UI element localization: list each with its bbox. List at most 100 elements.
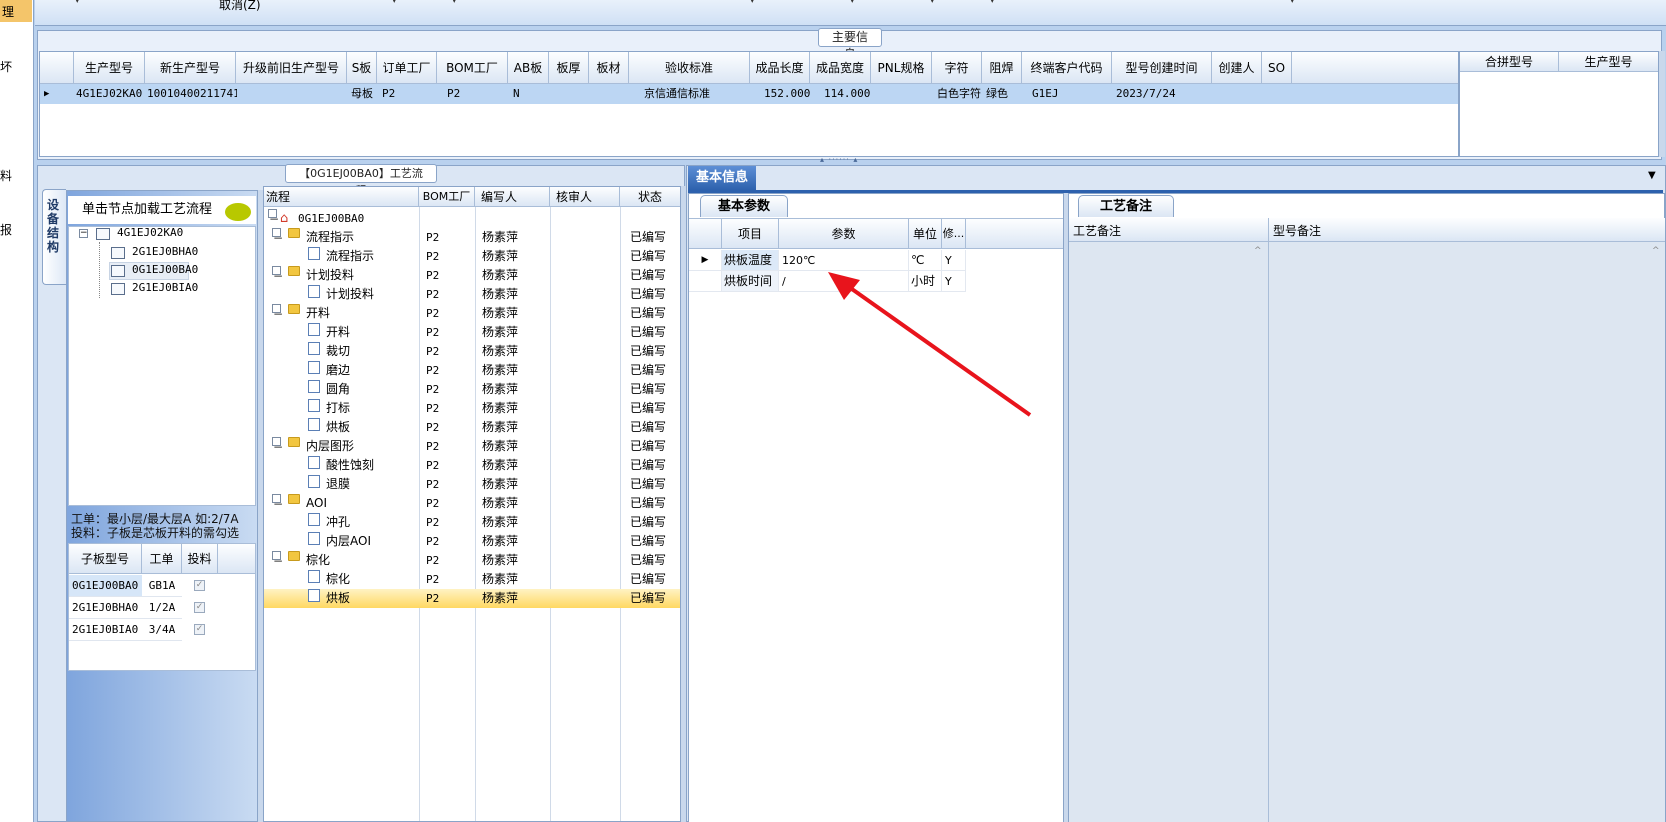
tree-node[interactable]: 4G1EJ02KA0 [117, 225, 183, 241]
flow-row[interactable]: 计划投料 P2 杨素萍 已编写 [264, 285, 680, 304]
col-header[interactable]: 生产型号 [1559, 52, 1658, 72]
collapse-toggle-icon[interactable]: − [272, 551, 283, 568]
cell[interactable]: 4G1EJ02KA0 [76, 84, 146, 104]
cell[interactable]: P2 [382, 84, 395, 104]
cell[interactable]: 母板 [351, 84, 373, 104]
speech-bubble-icon[interactable] [225, 203, 251, 221]
collapse-toggle-icon[interactable]: − [272, 437, 283, 454]
col-header[interactable]: 订单工厂 [377, 52, 437, 84]
cell[interactable]: 1/2A [142, 597, 182, 619]
flow-row[interactable]: 打标 P2 杨素萍 已编写 [264, 399, 680, 418]
feed-checkbox[interactable]: ✓ [194, 580, 205, 591]
collapse-toggle-icon[interactable]: − [272, 266, 283, 283]
flow-row[interactable]: 流程指示 P2 杨素萍 已编写 [264, 247, 680, 266]
flow-row[interactable]: 烘板 P2 杨素萍 已编写 [264, 589, 680, 608]
col-header[interactable]: BOM工厂 [437, 52, 508, 84]
cell[interactable]: 2023/7/24 [1116, 84, 1176, 104]
col-header[interactable]: 参数 [779, 219, 909, 249]
flow-row[interactable]: 磨边 P2 杨素萍 已编写 [264, 361, 680, 380]
flow-row[interactable]: 圆角 P2 杨素萍 已编写 [264, 380, 680, 399]
col-header[interactable]: 子板型号 [69, 544, 142, 574]
cancel-button[interactable]: 取消(Z) [219, 0, 261, 13]
col-header[interactable]: SO [1262, 52, 1292, 84]
col-header[interactable]: 验收标准 [629, 52, 750, 84]
cell[interactable]: 烘板温度 [722, 250, 779, 271]
dropdown-arrow-icon[interactable]: ▾ [452, 0, 457, 6]
cell[interactable]: 3/4A [142, 619, 182, 641]
tree-node[interactable]: 2G1EJ0BHA0 [132, 244, 198, 260]
collapse-toggle-icon[interactable]: − [272, 304, 283, 321]
dropdown-arrow-icon[interactable]: ▾ [930, 0, 935, 6]
cell[interactable]: 152.000 [764, 84, 810, 104]
col-header[interactable]: BOM工厂 [419, 187, 475, 207]
col-header[interactable]: 流程 [264, 187, 419, 207]
tree-node[interactable]: 0G1EJ00BA0 [132, 262, 198, 278]
flow-row[interactable]: 退膜 P2 杨素萍 已编写 [264, 475, 680, 494]
scroll-up-icon[interactable]: ^ [1254, 246, 1262, 256]
flow-row[interactable]: 烘板 P2 杨素萍 已编写 [264, 418, 680, 437]
cell[interactable]: 0G1EJ00BA0 [69, 575, 142, 597]
collapse-toggle-icon[interactable]: − [79, 229, 88, 238]
cell[interactable]: 烘板时间 [722, 271, 779, 292]
flow-row[interactable]: − 计划投料 P2 杨素萍 已编写 [264, 266, 680, 285]
scroll-up-icon[interactable]: ^ [1652, 246, 1660, 256]
flow-row[interactable]: − 内层图形 P2 杨素萍 已编写 [264, 437, 680, 456]
left-menu-item-1[interactable]: 理 [2, 3, 32, 20]
cell[interactable]: 绿色 [986, 84, 1008, 104]
col-header[interactable]: S板 [347, 52, 377, 84]
table-row[interactable] [40, 84, 1458, 104]
dropdown-arrow-icon[interactable]: ▾ [750, 0, 755, 6]
col-header[interactable]: 终端客户代码 [1022, 52, 1112, 84]
flow-row[interactable]: 内层AOI P2 杨素萍 已编写 [264, 532, 680, 551]
feed-checkbox[interactable]: ✓ [194, 624, 205, 635]
col-header[interactable]: 新生产型号 [145, 52, 236, 84]
tab-basic-info[interactable]: 基本信息 [688, 166, 756, 190]
cell[interactable]: 114.000 [824, 84, 870, 104]
dropdown-arrow-icon[interactable]: ▾ [990, 0, 995, 6]
dropdown-arrow-icon[interactable]: ▾ [850, 0, 855, 6]
cell[interactable]: GB1A [142, 575, 182, 597]
col-header[interactable]: 创建人 [1212, 52, 1262, 84]
col-header[interactable]: 核审人 [550, 187, 620, 207]
col-header[interactable]: 成品宽度 [810, 52, 871, 84]
cell[interactable]: 10010400211741 [147, 84, 237, 104]
col-header[interactable]: 投料 [182, 544, 218, 574]
scrollbar[interactable] [1659, 51, 1665, 157]
tree-node[interactable]: 2G1EJ0BIA0 [132, 280, 198, 296]
cell[interactable]: ℃ [909, 250, 942, 271]
flow-row[interactable]: − AOI P2 杨素萍 已编写 [264, 494, 680, 513]
col-header[interactable]: 字符 [932, 52, 982, 84]
col-header[interactable]: PNL规格 [871, 52, 932, 84]
dropdown-arrow-icon[interactable]: ▾ [75, 0, 80, 6]
cell[interactable]: 2G1EJ0BIA0 [69, 619, 142, 641]
cell[interactable]: 京信通信标准 [644, 84, 710, 104]
flow-row[interactable]: − 流程指示 P2 杨素萍 已编写 [264, 228, 680, 247]
collapse-toggle-icon[interactable]: − [268, 209, 279, 226]
flow-row[interactable]: − 开料 P2 杨素萍 已编写 [264, 304, 680, 323]
collapse-toggle-icon[interactable]: − [272, 494, 283, 511]
col-header[interactable]: 阻焊 [982, 52, 1022, 84]
cell[interactable]: 2G1EJ0BHA0 [69, 597, 142, 619]
col-header[interactable]: 合拼型号 [1460, 52, 1559, 72]
side-tab-structure[interactable]: 设备结构 [42, 189, 66, 285]
dropdown-arrow-icon[interactable]: ▾ [1290, 0, 1295, 6]
cell[interactable]: 白色字符 [937, 84, 981, 104]
tab-process-notes[interactable]: 工艺备注 [1078, 195, 1174, 217]
flow-row[interactable]: 冲孔 P2 杨素萍 已编写 [264, 513, 680, 532]
flow-row[interactable]: 开料 P2 杨素萍 已编写 [264, 323, 680, 342]
col-header[interactable]: 修... [942, 219, 966, 249]
flow-row[interactable]: − 棕化 P2 杨素萍 已编写 [264, 551, 680, 570]
collapse-toggle-icon[interactable]: − [272, 228, 283, 245]
col-header[interactable]: 编写人 [475, 187, 550, 207]
cell[interactable]: N [513, 84, 520, 104]
flow-root-row[interactable]: − ⌂ 0G1EJ00BA0 [264, 209, 680, 228]
left-menu-item-3[interactable]: 料 [0, 167, 30, 184]
chevron-down-icon[interactable]: ▼ [1648, 170, 1656, 181]
col-header[interactable]: 单位 [909, 219, 942, 249]
notes-body[interactable] [1069, 242, 1665, 822]
feed-checkbox[interactable]: ✓ [194, 602, 205, 613]
col-header[interactable]: 型号创建时间 [1112, 52, 1212, 84]
dropdown-arrow-icon[interactable]: ▾ [392, 0, 397, 6]
col-header[interactable]: AB板 [508, 52, 549, 84]
col-header[interactable]: 生产型号 [74, 52, 145, 84]
